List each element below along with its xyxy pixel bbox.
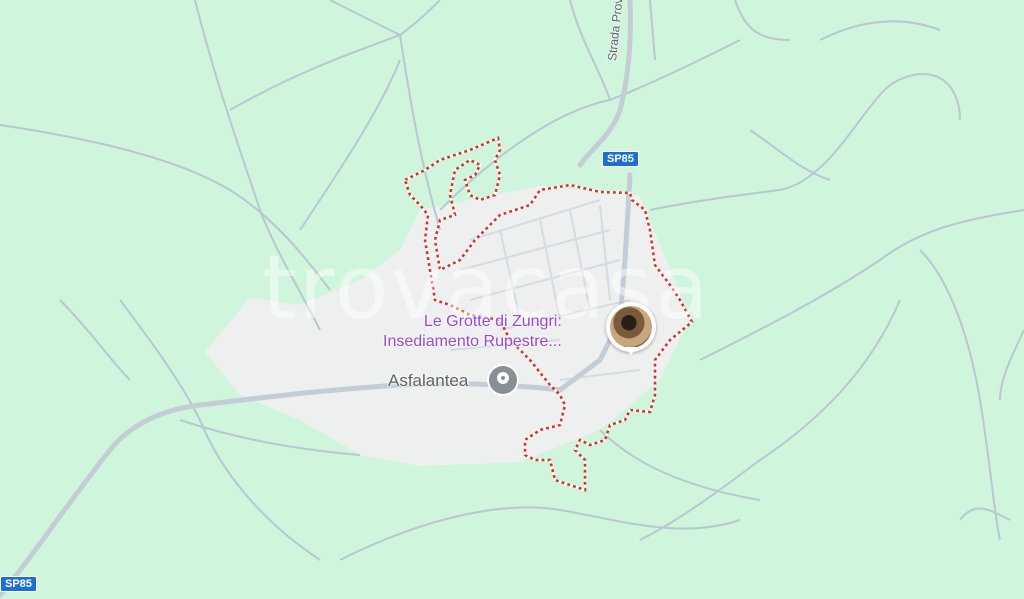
place-pin-icon[interactable] <box>489 366 517 394</box>
poi-attraction-name-line2: Insediamento Rupestre... <box>383 333 562 350</box>
route-shield-bottom-left: SP85 <box>0 576 37 592</box>
poi-business-label[interactable]: Asfalantea <box>388 371 468 391</box>
map-canvas[interactable]: trovacasa Strada Provinciale SP85 SP85 L… <box>0 0 1024 599</box>
route-shield-top: SP85 <box>602 151 639 167</box>
cave-photo-icon <box>610 306 652 348</box>
poi-attraction-label[interactable]: Le Grotte di Zungri: Insediamento Rupest… <box>383 312 562 352</box>
poi-attraction-name-line1: Le Grotte di Zungri: <box>423 313 562 330</box>
photo-thumbnail-marker[interactable] <box>606 302 656 355</box>
